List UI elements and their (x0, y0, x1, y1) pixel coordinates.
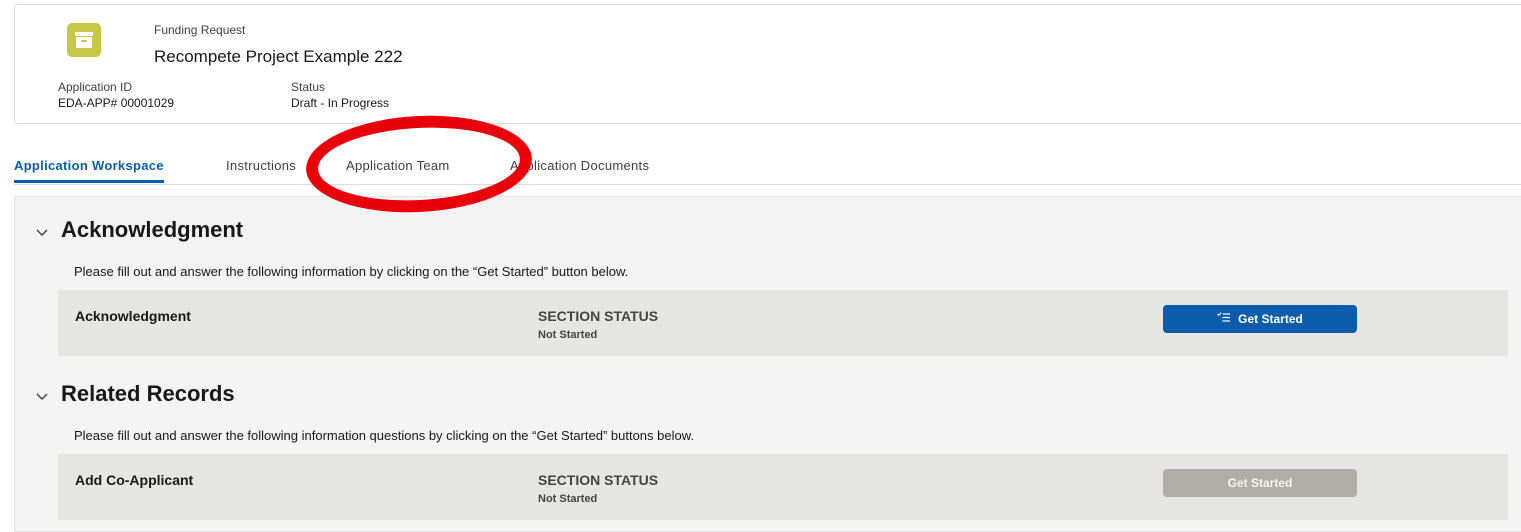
application-workspace: Acknowledgment Please fill out and answe… (14, 196, 1521, 532)
section-status-value: Not Started (538, 329, 598, 341)
section-row: Acknowledgment SECTION STATUS Not Starte… (58, 290, 1508, 356)
section-status-label: SECTION STATUS (538, 472, 659, 488)
get-started-label: Get Started (1238, 312, 1303, 326)
record-title: Recompete Project Example 222 (154, 47, 403, 66)
tab-instructions[interactable]: Instructions (226, 158, 296, 182)
object-type-label: Funding Request (154, 23, 246, 37)
application-id-label: Application ID (58, 80, 133, 94)
section-description: Please fill out and answer the following… (74, 428, 695, 443)
section-description: Please fill out and answer the following… (74, 264, 629, 279)
section-row: Add Co-Applicant SECTION STATUS Not Star… (58, 454, 1508, 520)
record-header: Funding Request Recompete Project Exampl… (14, 4, 1521, 124)
chevron-down-icon[interactable] (35, 226, 49, 240)
tab-bar: Application Workspace Instructions Appli… (14, 150, 1521, 185)
get-started-button[interactable]: Get Started (1163, 305, 1357, 333)
tab-application-workspace[interactable]: Application Workspace (14, 158, 164, 183)
status-label: Status (291, 80, 326, 94)
row-name: Acknowledgment (75, 308, 191, 324)
get-started-button-disabled[interactable]: Get Started (1163, 469, 1357, 497)
section-title-related-records[interactable]: Related Records (61, 381, 235, 407)
tab-application-team[interactable]: Application Team (346, 158, 450, 182)
status-value: Draft - In Progress (291, 96, 390, 110)
chevron-down-icon[interactable] (35, 390, 49, 404)
section-title-acknowledgment[interactable]: Acknowledgment (61, 217, 243, 243)
row-name: Add Co-Applicant (75, 472, 194, 488)
application-id-value: EDA-APP# 00001029 (58, 96, 175, 110)
get-started-label: Get Started (1227, 476, 1293, 490)
section-status-value: Not Started (538, 493, 598, 505)
tab-application-documents[interactable]: Application Documents (510, 158, 649, 182)
checklist-icon (1217, 312, 1231, 326)
archive-box-icon (67, 23, 101, 57)
section-status-label: SECTION STATUS (538, 308, 659, 324)
